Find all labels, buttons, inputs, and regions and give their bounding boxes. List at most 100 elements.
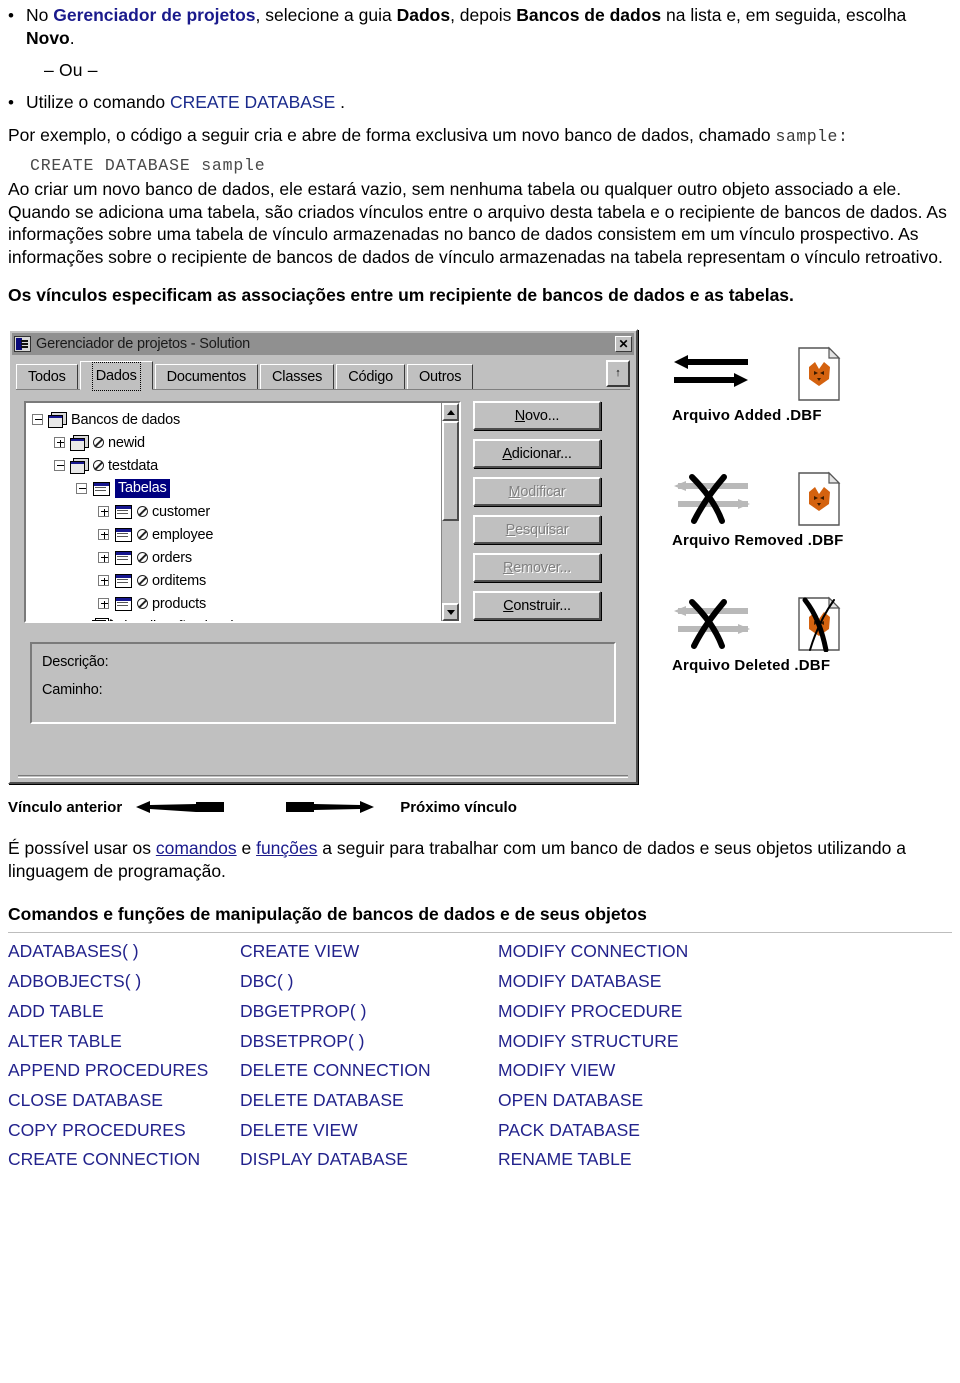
no-entry-icon bbox=[137, 506, 148, 518]
section-divider bbox=[8, 932, 952, 934]
command-cell: RENAME TABLE bbox=[498, 1149, 632, 1170]
no-entry-icon bbox=[137, 552, 148, 564]
command-cell: MODIFY PROCEDURE bbox=[498, 1000, 683, 1021]
b1-bold3: Novo bbox=[26, 28, 70, 49]
arrow-right-icon bbox=[286, 801, 375, 814]
expand-icon[interactable] bbox=[98, 552, 109, 564]
button-accel-char: C bbox=[503, 597, 514, 614]
tab-codigo[interactable]: Código bbox=[336, 364, 405, 390]
button-construir[interactable]: Construir... bbox=[473, 591, 601, 621]
tab-classes[interactable]: Classes bbox=[260, 364, 335, 390]
expand-icon[interactable] bbox=[98, 506, 109, 518]
tree-item-label: employee bbox=[152, 526, 214, 543]
paragraph-links-summary: Os vínculos especificam as associações e… bbox=[8, 285, 794, 306]
project-tree-box[interactable]: Bancos de dados newid testdata Tabelas custo… bbox=[24, 401, 461, 624]
table-icon bbox=[92, 481, 110, 497]
button-label-rest: ovo... bbox=[525, 407, 560, 424]
button-accel-char: A bbox=[502, 445, 512, 462]
tree-item[interactable]: products bbox=[32, 592, 441, 615]
window-titlebar: Gerenciador de projetos - Solution ✕ bbox=[12, 333, 634, 356]
double-arrow-solid-icon bbox=[674, 355, 748, 388]
legend-right-label: Próximo vínculo bbox=[400, 798, 517, 816]
expand-icon[interactable] bbox=[98, 529, 109, 541]
tree-item[interactable]: orders bbox=[32, 546, 441, 569]
diagram-group-deleted: Arquivo Deleted .DBF bbox=[672, 593, 952, 674]
expand-icon[interactable] bbox=[98, 575, 109, 587]
tab-documentos[interactable]: Documentos bbox=[154, 364, 259, 390]
bullet-text: Utilize o comando CREATE DATABASE . bbox=[26, 91, 956, 114]
command-cell: DELETE CONNECTION bbox=[240, 1060, 431, 1081]
document-page: • No Gerenciador de projetos, selecione … bbox=[0, 4, 960, 1181]
tree-item[interactable]: orditems bbox=[32, 569, 441, 592]
scroll-up-button[interactable] bbox=[442, 403, 459, 422]
functions-link[interactable]: funções bbox=[256, 838, 317, 858]
table-row: ADATABASES( ) CREATE VIEW MODIFY CONNECTIO… bbox=[0, 937, 960, 967]
closing-pre: É possível usar os bbox=[8, 838, 156, 859]
scroll-down-button[interactable] bbox=[442, 603, 459, 622]
expand-icon[interactable] bbox=[54, 437, 65, 449]
views-icon bbox=[92, 619, 110, 622]
tree-item-label: newid bbox=[108, 434, 145, 451]
create-database-command: CREATE DATABASE bbox=[169, 91, 336, 112]
tab-scroll-up-button[interactable]: ↑ bbox=[606, 360, 630, 388]
tree-item[interactable]: Tabelas bbox=[32, 477, 441, 500]
paragraph-example-text: Por exemplo, o código a seguir cria e ab… bbox=[8, 125, 771, 146]
scroll-thumb[interactable] bbox=[442, 421, 459, 522]
tree-item[interactable]: newid bbox=[32, 431, 441, 454]
b1-mid3: na lista e, em seguida, escolha bbox=[661, 5, 907, 25]
tab-strip: Todos Dados Documentos Classes Código Ou… bbox=[16, 360, 630, 392]
command-cell: DBGETPROP( ) bbox=[240, 1000, 367, 1021]
sample-word: sample: bbox=[775, 127, 849, 147]
path-label: Caminho: bbox=[42, 682, 103, 699]
tab-dados[interactable]: Dados bbox=[79, 361, 153, 392]
button-label-rest: esquisar bbox=[515, 521, 569, 538]
command-cell: MODIFY STRUCTURE bbox=[498, 1030, 679, 1051]
project-manager-window: Gerenciador de projetos - Solution ✕ Tod… bbox=[8, 329, 638, 785]
table-row: ADBOBJECTS( ) DBC( ) MODIFY DATABASE bbox=[0, 967, 960, 997]
command-cell: COPY PROCEDURES bbox=[8, 1119, 186, 1140]
table-icon bbox=[114, 573, 132, 589]
tree-item[interactable]: testdata bbox=[32, 454, 441, 477]
tree-item-label: customer bbox=[152, 503, 211, 520]
tab-outros[interactable]: Outros bbox=[406, 364, 474, 390]
link-diagram: Arquivo Added .DBF Arquivo Removed .DBF … bbox=[672, 343, 952, 674]
button-adicionar[interactable]: Adicionar... bbox=[473, 439, 601, 469]
table-icon bbox=[114, 527, 132, 543]
collapse-icon[interactable] bbox=[54, 460, 65, 472]
b1-bold2: Bancos de dados bbox=[516, 5, 662, 25]
expand-icon[interactable] bbox=[98, 598, 109, 610]
tree-item-label: Bancos de dados bbox=[71, 411, 181, 428]
table-row: ADD TABLE DBGETPROP( ) MODIFY PROCEDURE bbox=[0, 997, 960, 1027]
tree-vertical-scrollbar[interactable] bbox=[441, 403, 459, 622]
window-panel: Bancos de dados newid testdata Tabelas custo… bbox=[16, 390, 630, 751]
diagram-label: Arquivo Deleted .DBF bbox=[672, 657, 831, 675]
command-cell: OPEN DATABASE bbox=[498, 1089, 644, 1110]
project-tree[interactable]: Bancos de dados newid testdata Tabelas custo… bbox=[26, 403, 441, 623]
diagram-row bbox=[672, 343, 952, 405]
button-novo[interactable]: Novo... bbox=[473, 401, 601, 431]
collapse-icon[interactable] bbox=[76, 483, 87, 495]
close-icon[interactable]: ✕ bbox=[615, 336, 632, 353]
tab-label: Classes bbox=[272, 369, 323, 386]
expand-icon[interactable] bbox=[76, 621, 87, 623]
commands-link[interactable]: comandos bbox=[156, 838, 237, 858]
tree-item[interactable]: customer bbox=[32, 500, 441, 523]
tree-item[interactable]: Visualizações locais bbox=[32, 615, 441, 623]
collapse-icon[interactable] bbox=[32, 414, 43, 426]
tree-item-label: Tabelas bbox=[115, 479, 170, 499]
button-remover: Remover... bbox=[473, 553, 601, 583]
no-entry-icon bbox=[93, 460, 104, 472]
tree-item[interactable]: Bancos de dados bbox=[32, 408, 441, 431]
b1-pre: No bbox=[26, 5, 54, 25]
dbf-file-icon bbox=[798, 471, 841, 526]
tab-todos[interactable]: Todos bbox=[16, 364, 78, 390]
database-icon bbox=[70, 458, 89, 475]
button-modificar: Modificar bbox=[473, 477, 601, 507]
button-accel-char: P bbox=[505, 521, 516, 538]
paragraph-links-description: Ao criar um novo banco de dados, ele est… bbox=[8, 178, 947, 268]
command-cell: CREATE CONNECTION bbox=[8, 1149, 201, 1170]
tree-item-label: testdata bbox=[108, 457, 158, 474]
tree-item[interactable]: employee bbox=[32, 523, 441, 546]
command-cell: CLOSE DATABASE bbox=[8, 1089, 163, 1110]
command-cell: CREATE VIEW bbox=[240, 941, 360, 962]
